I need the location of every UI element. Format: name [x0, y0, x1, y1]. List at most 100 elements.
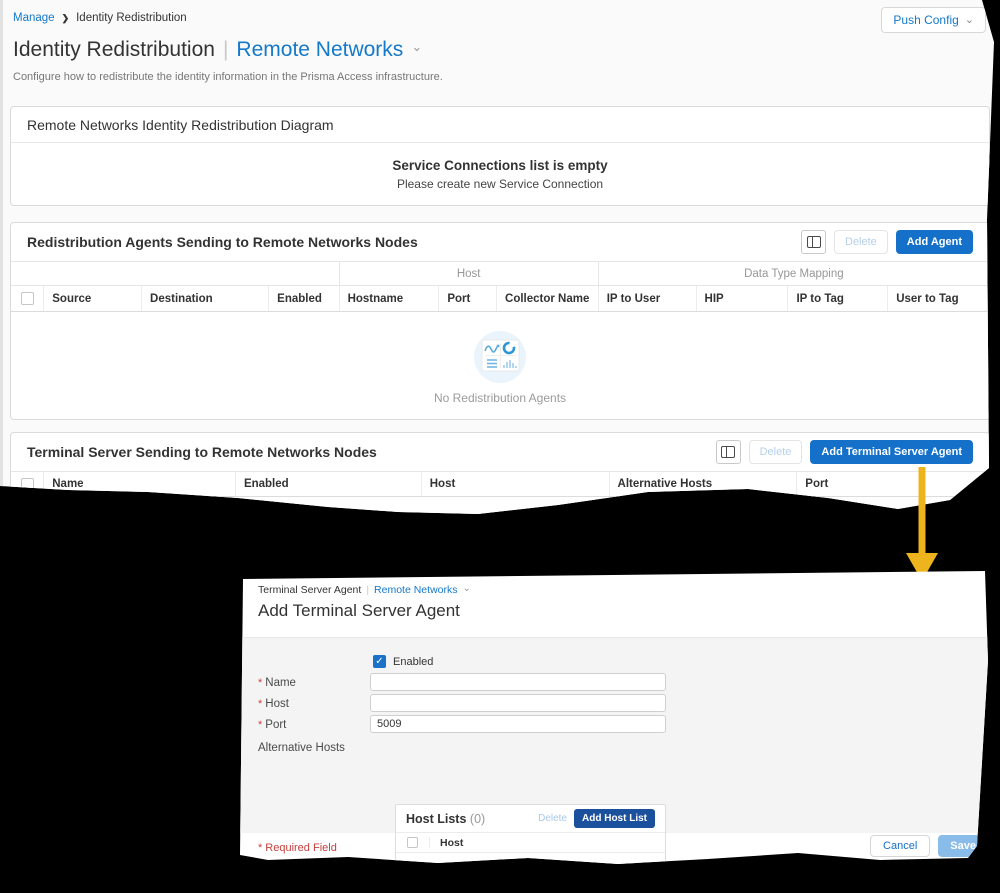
col-name[interactable]: Name [44, 472, 236, 496]
column-settings-button[interactable] [715, 440, 741, 464]
host-lists-column-header-row: Host [396, 832, 665, 853]
agents-empty-text: No Redistribution Agents [433, 391, 567, 405]
columns-icon [721, 446, 736, 458]
column-settings-button[interactable] [801, 230, 826, 254]
select-all-checkbox[interactable] [20, 292, 34, 305]
diagram-card-header: Remote Networks Identity Redistribution … [11, 107, 989, 143]
port-label: * Port [258, 719, 286, 731]
empty-charts-icon [474, 331, 526, 383]
diagram-empty-subtitle: Please create new Service Connection [396, 176, 604, 191]
enabled-checkbox[interactable]: ✓ [373, 655, 386, 668]
diagram-card-title: Remote Networks Identity Redistribution … [27, 116, 334, 133]
host-lists-header: Host Lists (0) Delete Add Host List [396, 805, 665, 832]
col-host[interactable]: Host [422, 472, 610, 496]
columns-icon [806, 236, 821, 248]
col-destination[interactable]: Destination [142, 286, 270, 311]
col-user-to-tag[interactable]: User to Tag [888, 286, 989, 311]
col-host: Host [440, 836, 464, 849]
diagram-empty-title: Service Connections list is empty [392, 157, 608, 173]
col-collector-name[interactable]: Collector Name [497, 286, 599, 311]
diagram-empty-state: Service Connections list is empty Please… [11, 143, 989, 205]
dialog-actions: Cancel Save [870, 835, 988, 857]
name-label: * Name [258, 677, 296, 689]
group-host: Host [340, 262, 599, 285]
add-host-list-button[interactable]: Add Host List [574, 809, 655, 828]
host-lists-panel: Host Lists (0) Delete Add Host List Host [395, 804, 666, 864]
page-title-text: Identity Redistribution [13, 38, 215, 61]
dialog-scope-selector[interactable]: Remote Networks [374, 584, 457, 596]
terminal-delete-button[interactable]: Delete [748, 440, 803, 464]
enabled-label: Enabled [393, 655, 434, 668]
chevron-down-icon[interactable]: ⌄ [411, 39, 422, 55]
scope-selector[interactable]: Remote Networks [236, 38, 403, 62]
col-ip-to-user[interactable]: IP to User [599, 286, 697, 311]
required-asterisk: * [258, 842, 263, 854]
terminal-column-header-row: Name Enabled Host Alternative Hosts Port [11, 471, 989, 497]
col-hip[interactable]: HIP [697, 286, 789, 311]
dialog-breadcrumb-primary: Terminal Server Agent [258, 584, 362, 596]
breadcrumb-separator-icon: ❯ [61, 12, 70, 23]
name-label-text: Name [265, 677, 296, 689]
dialog-title: Add Terminal Server Agent [258, 601, 460, 620]
title-separator: | [222, 38, 229, 61]
breadcrumb-manage[interactable]: Manage [13, 12, 55, 24]
group-data-type-mapping: Data Type Mapping [744, 267, 844, 280]
agents-card-title: Redistribution Agents Sending to Remote … [27, 234, 418, 250]
col-port[interactable]: Port [439, 286, 498, 311]
col-enabled[interactable]: Enabled [236, 472, 422, 496]
push-config-button[interactable]: Push Config ⌄ [881, 7, 986, 33]
host-input[interactable] [370, 694, 666, 712]
col-enabled[interactable]: Enabled [269, 286, 340, 311]
agents-card: Redistribution Agents Sending to Remote … [10, 222, 990, 420]
host-lists-title: Host Lists [406, 811, 467, 826]
checkmark-icon: ✓ [375, 655, 384, 667]
required-asterisk: * [258, 677, 263, 689]
add-terminal-server-agent-button[interactable]: Add Terminal Server Agent [810, 440, 973, 464]
callout-arrow-icon [906, 467, 938, 581]
alternative-hosts-label: Alternative Hosts [258, 742, 345, 754]
breadcrumb-current: Identity Redistribution [76, 12, 187, 24]
required-asterisk: * [258, 719, 263, 731]
chevron-down-icon: ⌄ [964, 14, 974, 26]
diagram-card: Remote Networks Identity Redistribution … [10, 106, 990, 206]
port-input[interactable] [370, 715, 666, 733]
enabled-field: ✓ Enabled [373, 655, 433, 668]
col-hostname[interactable]: Hostname [340, 286, 440, 311]
terminal-card-header: Terminal Server Sending to Remote Networ… [11, 433, 989, 471]
save-button[interactable]: Save [938, 835, 988, 857]
push-config-label: Push Config [893, 13, 959, 27]
col-ip-to-tag[interactable]: IP to Tag [788, 286, 889, 311]
main-screenshot: Manage ❯ Identity Redistribution Push Co… [0, 0, 994, 514]
window-edge [0, 0, 3, 500]
dialog-form: ✓ Enabled *Name *Host *Port Alternative … [240, 637, 988, 864]
host-lists-delete-button[interactable]: Delete [538, 813, 567, 824]
host-label-text: Host [265, 698, 289, 710]
dialog-breadcrumb-separator: | [366, 584, 370, 596]
required-note-text: Required Field [265, 842, 337, 854]
select-all-checkbox[interactable] [20, 477, 34, 491]
terminal-card: Terminal Server Sending to Remote Networ… [10, 432, 990, 514]
col-port[interactable]: Port [797, 472, 989, 496]
col-source[interactable]: Source [44, 286, 143, 311]
agents-group-header-row: Host Data Type Mapping [11, 261, 989, 286]
add-agent-button[interactable]: Add Agent [895, 230, 973, 254]
page-subtitle: Configure how to redistribute the identi… [13, 71, 443, 83]
agents-column-header-row: Source Destination Enabled Hostname Port… [11, 286, 989, 312]
agents-empty-state: No Redistribution Agents [11, 312, 989, 420]
name-input[interactable] [370, 673, 666, 691]
chevron-down-icon[interactable]: ⌄ [463, 583, 471, 594]
agents-card-header: Redistribution Agents Sending to Remote … [11, 223, 989, 261]
cancel-button[interactable]: Cancel [870, 835, 931, 857]
host-label: * Host [258, 698, 289, 710]
required-asterisk: * [258, 698, 263, 710]
dialog-breadcrumb: Terminal Server Agent | Remote Networks … [258, 583, 471, 596]
add-terminal-server-agent-dialog: Terminal Server Agent | Remote Networks … [240, 571, 988, 864]
col-alternative-hosts[interactable]: Alternative Hosts [610, 472, 798, 496]
select-all-checkbox[interactable] [407, 837, 418, 848]
terminal-card-title: Terminal Server Sending to Remote Networ… [27, 444, 377, 460]
breadcrumb: Manage ❯ Identity Redistribution [13, 12, 187, 24]
agents-controls: Delete Add Agent [801, 230, 973, 254]
terminal-controls: Delete Add Terminal Server Agent [715, 440, 973, 464]
agents-delete-button[interactable]: Delete [834, 230, 888, 254]
page-title: Identity Redistribution | Remote Network… [13, 38, 422, 62]
